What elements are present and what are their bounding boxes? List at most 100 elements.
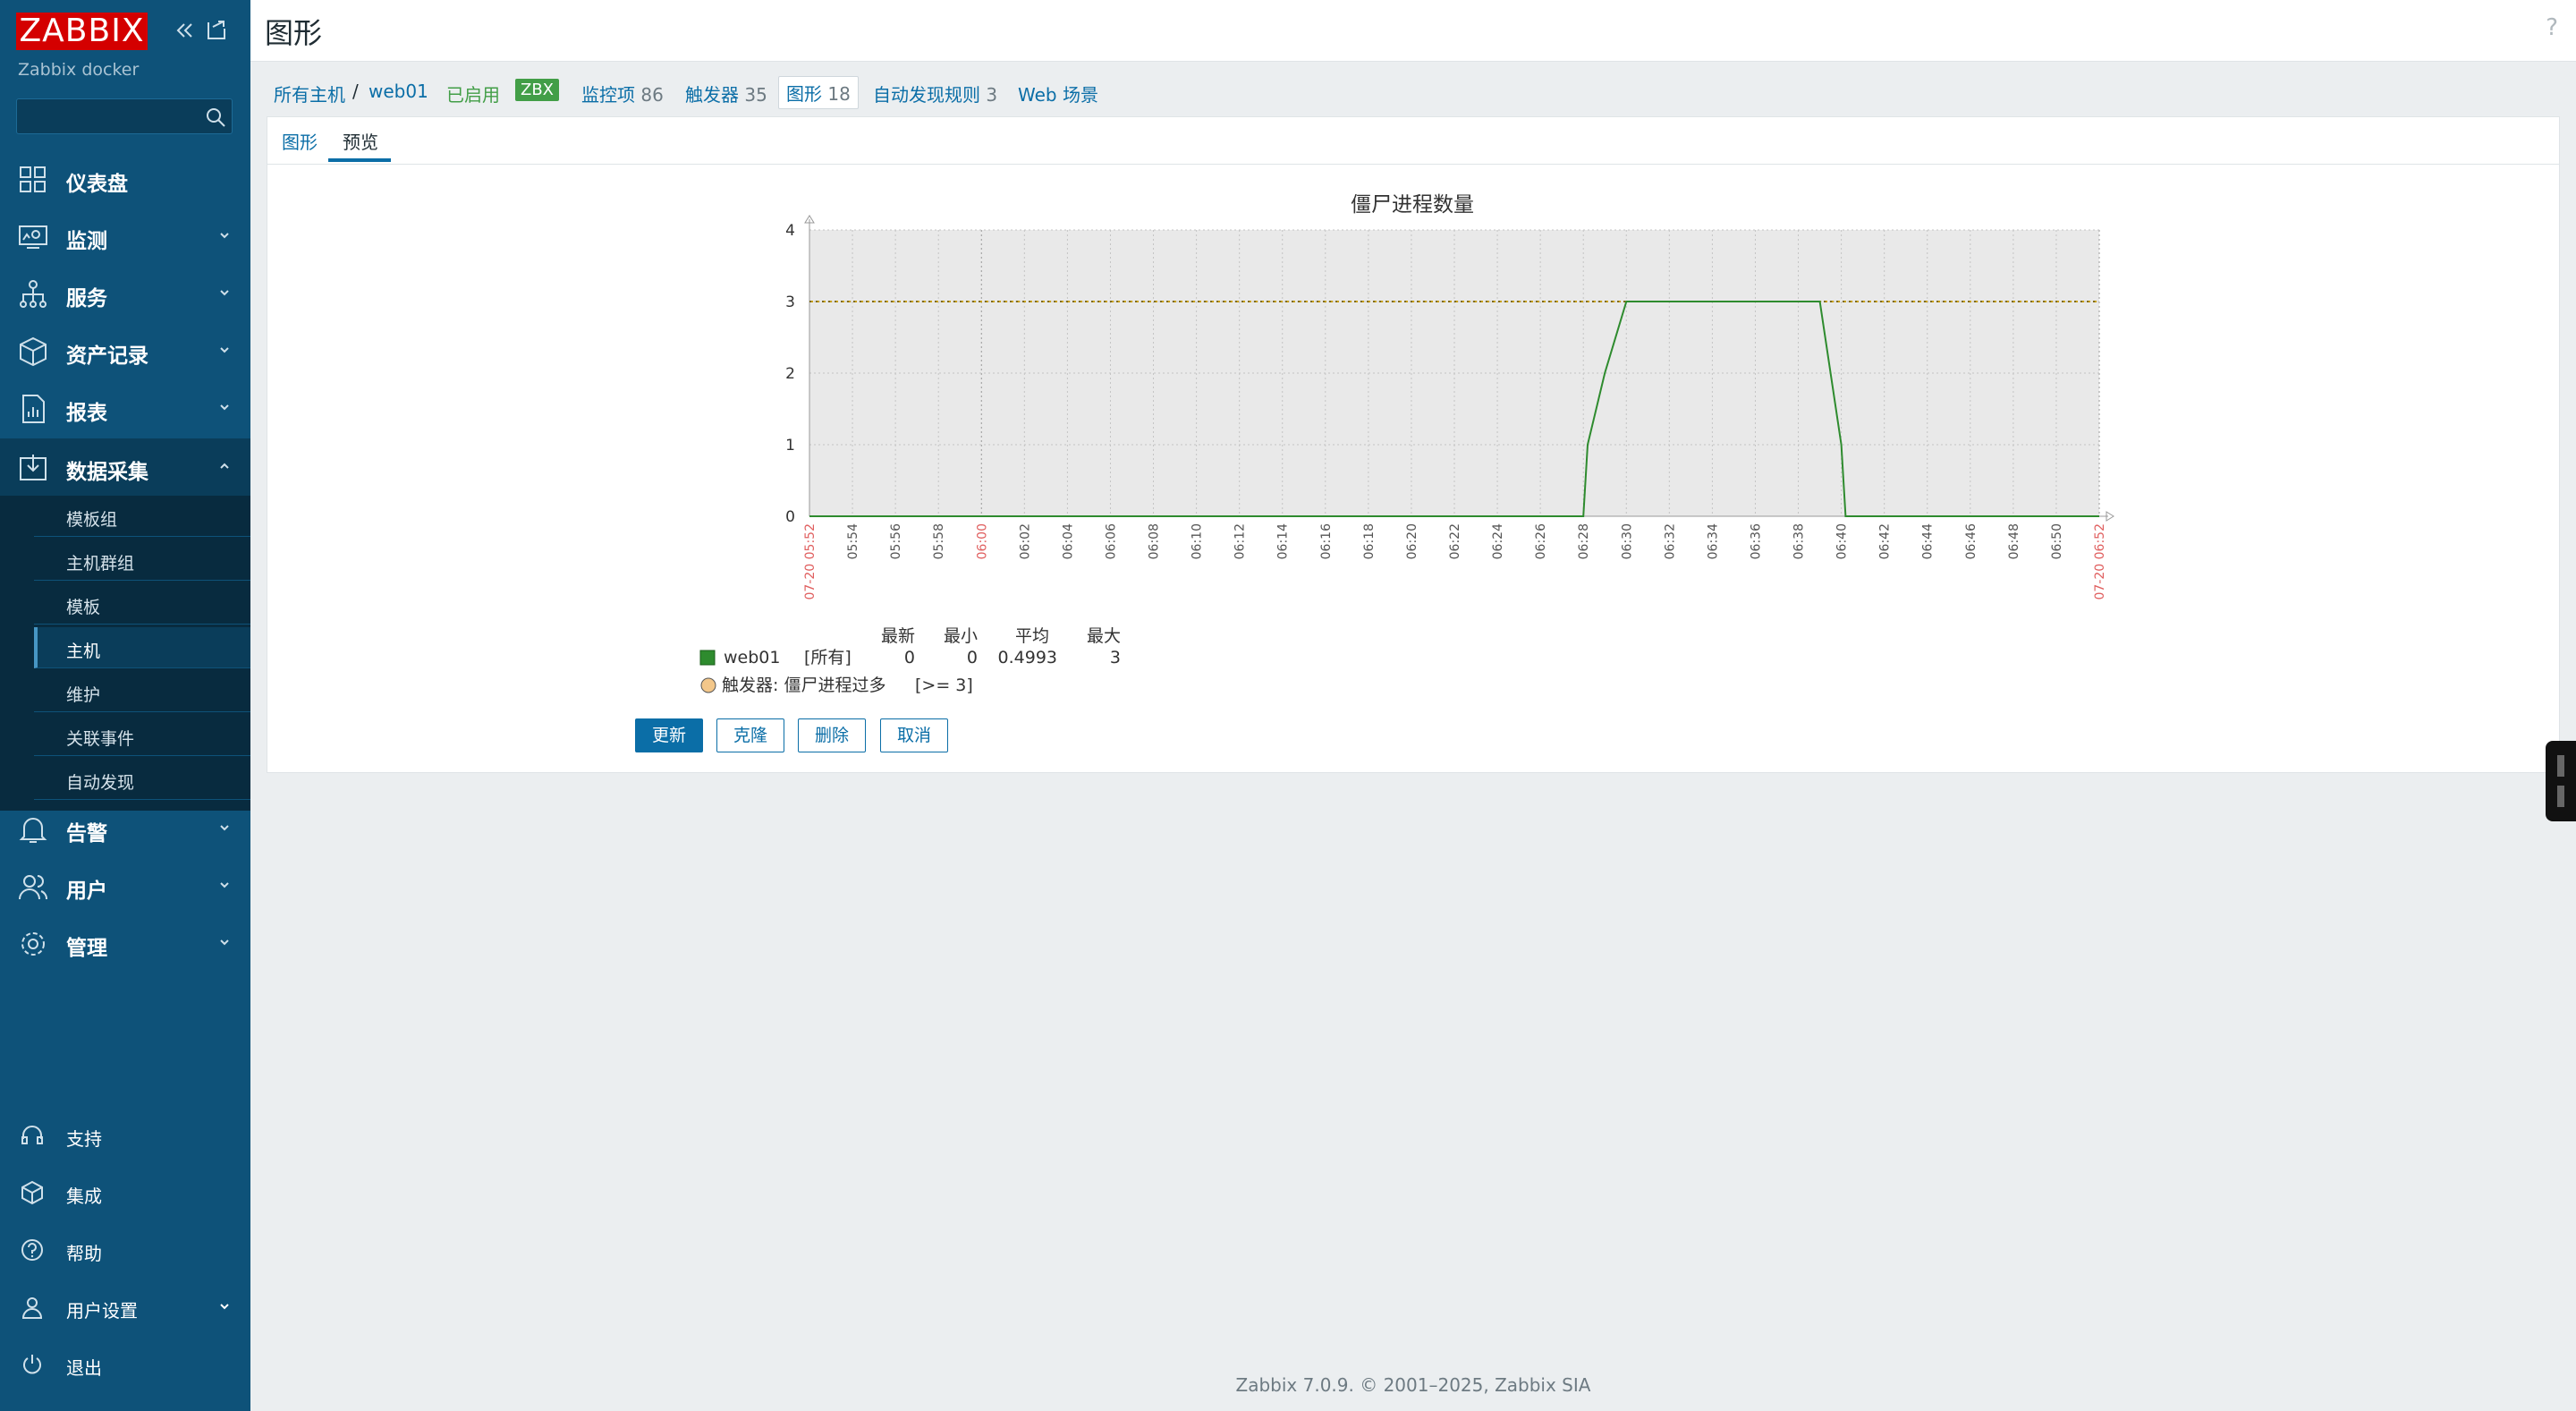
x-tick-label: 06:10 [1191, 523, 1205, 559]
menu-dashboard[interactable]: 仪表盘 [0, 150, 250, 208]
breadcrumb-separator: / [352, 81, 359, 102]
y-tick-label: 2 [785, 365, 795, 383]
x-tick-label: 06:12 [1233, 523, 1248, 559]
x-tick-label: 07-20 06:52 [2093, 523, 2107, 599]
collapse-sidebar-icon[interactable] [172, 18, 197, 43]
submenu-label: 模板组 [66, 510, 118, 530]
menu-label: 集成 [66, 1186, 102, 1207]
x-tick-label: 06:20 [1405, 523, 1419, 559]
menu-label: 管理 [66, 937, 107, 960]
menu-sign-out[interactable]: 退出 [0, 1339, 250, 1390]
items-link[interactable]: 监控项 86 [581, 81, 664, 106]
submenu-label: 自动发现 [66, 773, 135, 793]
triggers-link[interactable]: 触发器 35 [685, 81, 767, 106]
menu-label: 报表 [66, 402, 107, 425]
cancel-button[interactable]: 取消 [880, 718, 948, 752]
submenu-label: 主机群组 [66, 554, 135, 574]
x-tick-label: 06:42 [1878, 523, 1893, 559]
legend-value-min: 0 [967, 648, 978, 667]
submenu-host-groups[interactable]: 主机群组 [34, 540, 250, 581]
chart-legend: 最新 最小 平均 最大 web01 [所有] 0 0 0.4993 3 触发器:… [699, 626, 1121, 695]
menu-label: 仪表盘 [66, 173, 128, 196]
legend-value-max: 3 [1110, 648, 1121, 667]
y-tick-label: 3 [785, 293, 795, 311]
data-collection-icon [20, 455, 47, 480]
legend-item-name: web01 [724, 648, 780, 667]
graph-preview: 0 1 2 3 4 07-20 05:52 05:54 05:56 05:58 06:00 06:0… [699, 193, 2114, 695]
integrations-icon [21, 1180, 43, 1205]
submenu-templates[interactable]: 模板 [34, 583, 250, 625]
update-button[interactable]: 更新 [635, 718, 703, 752]
menu-inventory[interactable]: 资产记录 [0, 322, 250, 379]
x-tick-label: 05:56 [889, 523, 903, 559]
chevron-down-icon [220, 939, 229, 946]
x-tick-label: 06:32 [1663, 523, 1677, 559]
help-icon[interactable]: ? [2546, 14, 2558, 41]
discovery-rules-link[interactable]: 自动发现规则 3 [873, 81, 997, 106]
discovery-count: 3 [986, 84, 998, 106]
x-tick-label: 06:16 [1319, 523, 1334, 559]
submenu-event-correlation[interactable]: 关联事件 [34, 715, 250, 756]
delete-button[interactable]: 删除 [798, 718, 866, 752]
side-panel-handle[interactable] [2546, 741, 2576, 821]
menu-alerts[interactable]: 告警 [0, 800, 250, 857]
menu-label: 用户设置 [66, 1300, 138, 1322]
footer: Zabbix 7.0.9. © 2001–2025, Zabbix SIA [1235, 1374, 1591, 1396]
chevron-down-icon [220, 404, 229, 411]
chart-grid [804, 215, 2114, 522]
x-tick-label: 06:08 [1148, 523, 1162, 559]
all-hosts-link[interactable]: 所有主机 [274, 81, 345, 106]
search-input[interactable] [17, 99, 207, 135]
menu-integrations[interactable]: 集成 [0, 1168, 250, 1218]
power-icon [23, 1355, 41, 1374]
legend-value-avg: 0.4993 [998, 648, 1057, 667]
legend-trigger-text: 触发器: 僵尸进程过多 [722, 676, 886, 695]
legend-header-max: 最大 [1087, 626, 1121, 646]
x-tick-label: 07-20 05:52 [803, 523, 818, 599]
host-status[interactable]: 已启用 [446, 81, 500, 106]
search-box [16, 98, 233, 135]
sidebar: ZABBIX Zabbix docker 仪表盘 监测 服务 资产记录 报表 数… [0, 0, 250, 1411]
autohide-sidebar-icon[interactable] [204, 18, 229, 43]
items-count: 86 [640, 84, 664, 106]
submenu-template-groups[interactable]: 模板组 [34, 496, 250, 537]
host-link[interactable]: web01 [369, 81, 428, 102]
menu-services[interactable]: 服务 [0, 265, 250, 322]
menu-data-collection[interactable]: 数据采集 [0, 438, 250, 496]
clone-button[interactable]: 克隆 [716, 718, 784, 752]
x-tick-label: 05:58 [932, 523, 946, 559]
menu-users[interactable]: 用户 [0, 857, 250, 914]
gear-icon [21, 932, 45, 956]
submenu-maintenance[interactable]: 维护 [34, 671, 250, 712]
x-tick-label: 05:54 [846, 523, 860, 559]
graphs-label: 图形 [786, 83, 822, 105]
chevron-down-icon [220, 290, 229, 296]
graphs-count: 18 [827, 83, 851, 105]
bell-icon [19, 818, 47, 843]
search-icon[interactable] [205, 106, 226, 128]
menu-reports[interactable]: 报表 [0, 379, 250, 437]
legend-trigger-cond: [>= 3] [915, 676, 973, 695]
menu-administration[interactable]: 管理 [0, 914, 250, 972]
menu-user-settings[interactable]: 用户设置 [0, 1282, 250, 1332]
y-tick-label: 0 [785, 508, 795, 526]
graphs-link[interactable]: 图形 18 [778, 76, 859, 109]
submenu-hosts[interactable]: 主机 [34, 627, 250, 668]
submenu-discovery[interactable]: 自动发现 [34, 759, 250, 800]
x-tick-label: 06:26 [1534, 523, 1548, 559]
menu-label: 监测 [66, 230, 107, 253]
menu-support[interactable]: 支持 [0, 1110, 250, 1160]
menu-help[interactable]: 帮助 [0, 1225, 250, 1275]
legend-header-last: 最新 [881, 626, 915, 646]
triggers-label: 触发器 [685, 84, 739, 106]
zbx-availability-badge: ZBX [515, 79, 560, 101]
web-scenarios-link[interactable]: Web 场景 [1018, 81, 1098, 106]
chevron-up-icon [220, 463, 229, 469]
legend-trigger-marker [700, 677, 716, 693]
menu-label: 数据采集 [66, 461, 148, 484]
user-settings-icon [21, 1297, 43, 1319]
chart-title: 僵尸进程数量 [1351, 193, 1474, 217]
zabbix-logo[interactable]: ZABBIX [16, 13, 148, 50]
x-tick-label: 06:40 [1835, 523, 1850, 559]
menu-monitoring[interactable]: 监测 [0, 208, 250, 265]
